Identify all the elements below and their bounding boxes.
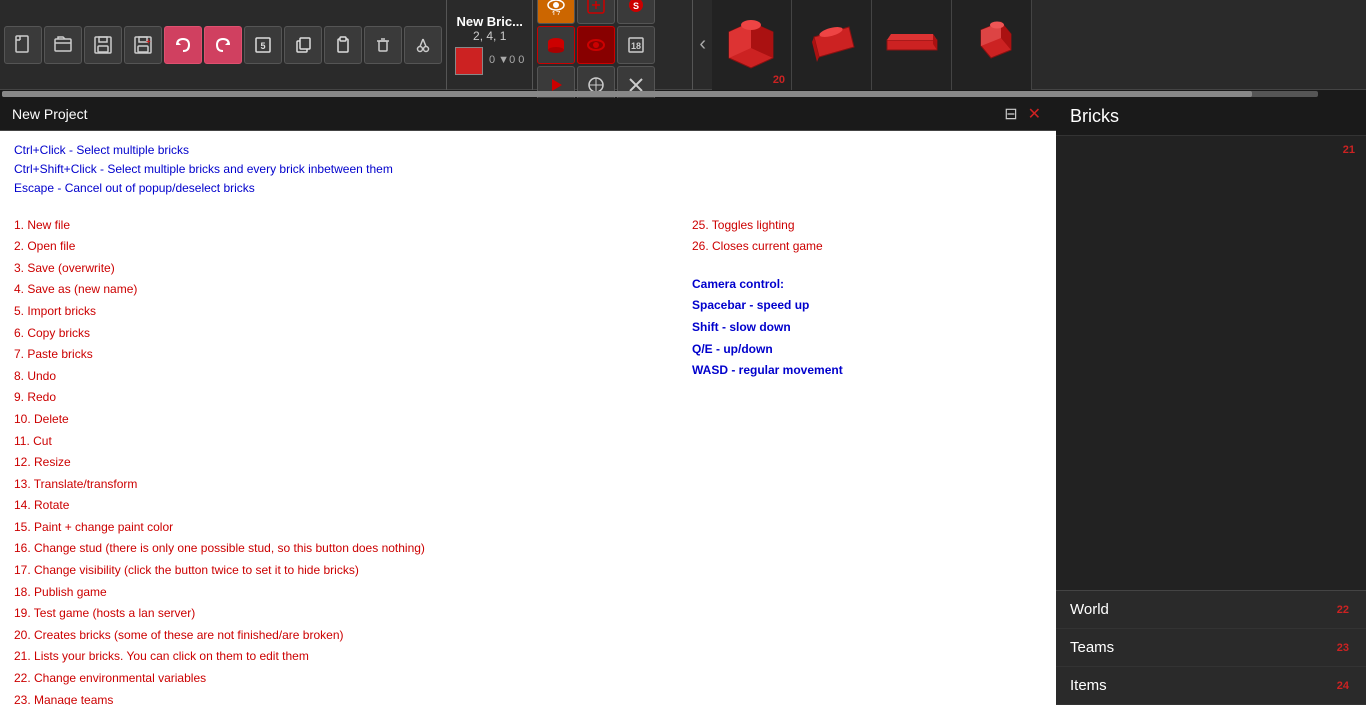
help-item-6: 7. Paste bricks: [14, 344, 662, 366]
help-item-19: 20. Creates bricks (some of these are no…: [14, 625, 662, 647]
svg-text:5: 5: [260, 41, 265, 51]
paste-button[interactable]: [324, 26, 362, 64]
file-tools-section: + 5: [0, 0, 447, 90]
help-item-1: 2. Open file: [14, 236, 662, 258]
help-item-12: 13. Translate/transform: [14, 474, 662, 496]
thumb-num-20: 20: [773, 74, 785, 86]
content-area: New Project ⊟ ✕ Ctrl+Click - Select mult…: [0, 98, 1056, 705]
xyz-coords: 0 ▼0 0: [489, 54, 524, 66]
bottom-tabs: World 22 Teams 23 Items 24: [1056, 590, 1366, 705]
bricks-num-badge: 21: [1340, 144, 1358, 156]
brick-thumb-23[interactable]: [952, 0, 1032, 90]
svg-text:18: 18: [631, 41, 641, 51]
nav-left-arrow[interactable]: ‹: [693, 33, 712, 56]
tool-publish[interactable]: 18: [617, 26, 655, 64]
svg-text:+: +: [146, 37, 151, 46]
help-item-16: 17. Change visibility (click the button …: [14, 560, 662, 582]
help-item-9: 10. Delete: [14, 409, 662, 431]
tab-teams[interactable]: Teams 23: [1056, 629, 1366, 667]
help-right-6: Q/E - up/down: [692, 339, 1042, 361]
help-item-17: 18. Publish game: [14, 582, 662, 604]
header-icons: ⊟ ✕: [1001, 104, 1044, 124]
brick-thumb-21[interactable]: [792, 0, 872, 90]
tab-teams-label: Teams: [1070, 639, 1114, 656]
brick-thumb-20[interactable]: 20: [712, 0, 792, 90]
help-right-0: 25. Toggles lighting: [692, 215, 1042, 237]
help-right-7: WASD - regular movement: [692, 360, 1042, 382]
help-item-2: 3. Save (overwrite): [14, 258, 662, 280]
tool-15[interactable]: [577, 0, 615, 24]
help-right-4: Spacebar - speed up: [692, 295, 1042, 317]
eye-button[interactable]: 17: [537, 0, 575, 24]
help-item-21: 22. Change environmental variables: [14, 668, 662, 690]
tab-items-num: 24: [1334, 680, 1352, 692]
help-item-11: 12. Resize: [14, 452, 662, 474]
svg-text:S: S: [633, 1, 639, 11]
save-as-button[interactable]: +: [124, 26, 162, 64]
bricks-grid: 21: [1056, 136, 1366, 590]
undo-button[interactable]: [164, 26, 202, 64]
help-item-3: 4. Save as (new name): [14, 279, 662, 301]
tab-world[interactable]: World 22: [1056, 591, 1366, 629]
right-panel: Bricks 21 World 22 Teams 23 Items 24: [1056, 98, 1366, 705]
bricks-title: Bricks: [1070, 106, 1119, 126]
right-tools-section: 17 S 18 19: [533, 0, 693, 90]
help-right-5: Shift - slow down: [692, 317, 1042, 339]
help-item-5: 6. Copy bricks: [14, 323, 662, 345]
redo-button[interactable]: [204, 26, 242, 64]
tab-world-num: 22: [1334, 604, 1352, 616]
help-item-7: 8. Undo: [14, 366, 662, 388]
help-col-left: 1. New file 2. Open file 3. Save (overwr…: [14, 215, 662, 705]
svg-text:17: 17: [552, 10, 561, 15]
coords-display: 2, 4, 1: [473, 29, 506, 43]
help-item-20: 21. Lists your bricks. You can click on …: [14, 646, 662, 668]
tab-items[interactable]: Items 24: [1056, 667, 1366, 705]
close-icon-btn[interactable]: ✕: [1025, 104, 1044, 124]
tab-teams-num: 23: [1334, 642, 1352, 654]
progress-fill: [2, 91, 1252, 97]
window-icon[interactable]: ⊟: [1001, 104, 1020, 124]
delete-button[interactable]: [364, 26, 402, 64]
help-item-18: 19. Test game (hosts a lan server): [14, 603, 662, 625]
project-title-display: New Bric...: [456, 14, 522, 29]
help-item-0: 1. New file: [14, 215, 662, 237]
help-right-3: Camera control:: [692, 274, 1042, 296]
project-name: New Project: [12, 106, 87, 122]
shortcut-2: Ctrl+Shift+Click - Select multiple brick…: [14, 160, 1042, 179]
toolbar-center: New Bric... 2, 4, 1 0 ▼0 0: [447, 0, 533, 90]
brick-thumbnails: 20: [712, 0, 1366, 90]
help-item-4: 5. Import bricks: [14, 301, 662, 323]
tool-eye2[interactable]: [577, 26, 615, 64]
new-file-button[interactable]: [4, 26, 42, 64]
main-layout: New Project ⊟ ✕ Ctrl+Click - Select mult…: [0, 98, 1366, 705]
tool-stud[interactable]: [537, 26, 575, 64]
tab-world-label: World: [1070, 601, 1109, 618]
tool-16[interactable]: S: [617, 0, 655, 24]
import-button[interactable]: 5: [244, 26, 282, 64]
help-item-13: 14. Rotate: [14, 495, 662, 517]
cut-button[interactable]: [404, 26, 442, 64]
help-right-1: 26. Closes current game: [692, 236, 1042, 258]
project-header: New Project ⊟ ✕: [0, 98, 1056, 131]
brick-thumb-22[interactable]: [872, 0, 952, 90]
color-swatch[interactable]: [455, 47, 483, 75]
help-item-14: 15. Paint + change paint color: [14, 517, 662, 539]
open-file-button[interactable]: [44, 26, 82, 64]
help-item-22: 23. Manage teams: [14, 690, 662, 705]
help-col-right: 25. Toggles lighting 26. Closes current …: [692, 215, 1042, 705]
help-item-8: 9. Redo: [14, 387, 662, 409]
tab-items-label: Items: [1070, 677, 1107, 694]
shortcut-3: Escape - Cancel out of popup/deselect br…: [14, 179, 1042, 198]
progress-bar: [2, 91, 1318, 97]
help-content: Ctrl+Click - Select multiple bricks Ctrl…: [0, 131, 1056, 705]
toolbar: + 5 New Bric... 2, 4, 1 0: [0, 0, 1366, 90]
save-button[interactable]: [84, 26, 122, 64]
help-item-10: 11. Cut: [14, 431, 662, 453]
help-list: 1. New file 2. Open file 3. Save (overwr…: [14, 215, 1042, 705]
shortcut-1: Ctrl+Click - Select multiple bricks: [14, 141, 1042, 160]
help-item-15: 16. Change stud (there is only one possi…: [14, 538, 662, 560]
copy-button[interactable]: [284, 26, 322, 64]
bricks-header: Bricks: [1056, 98, 1366, 136]
progress-bar-area: [0, 90, 1366, 98]
